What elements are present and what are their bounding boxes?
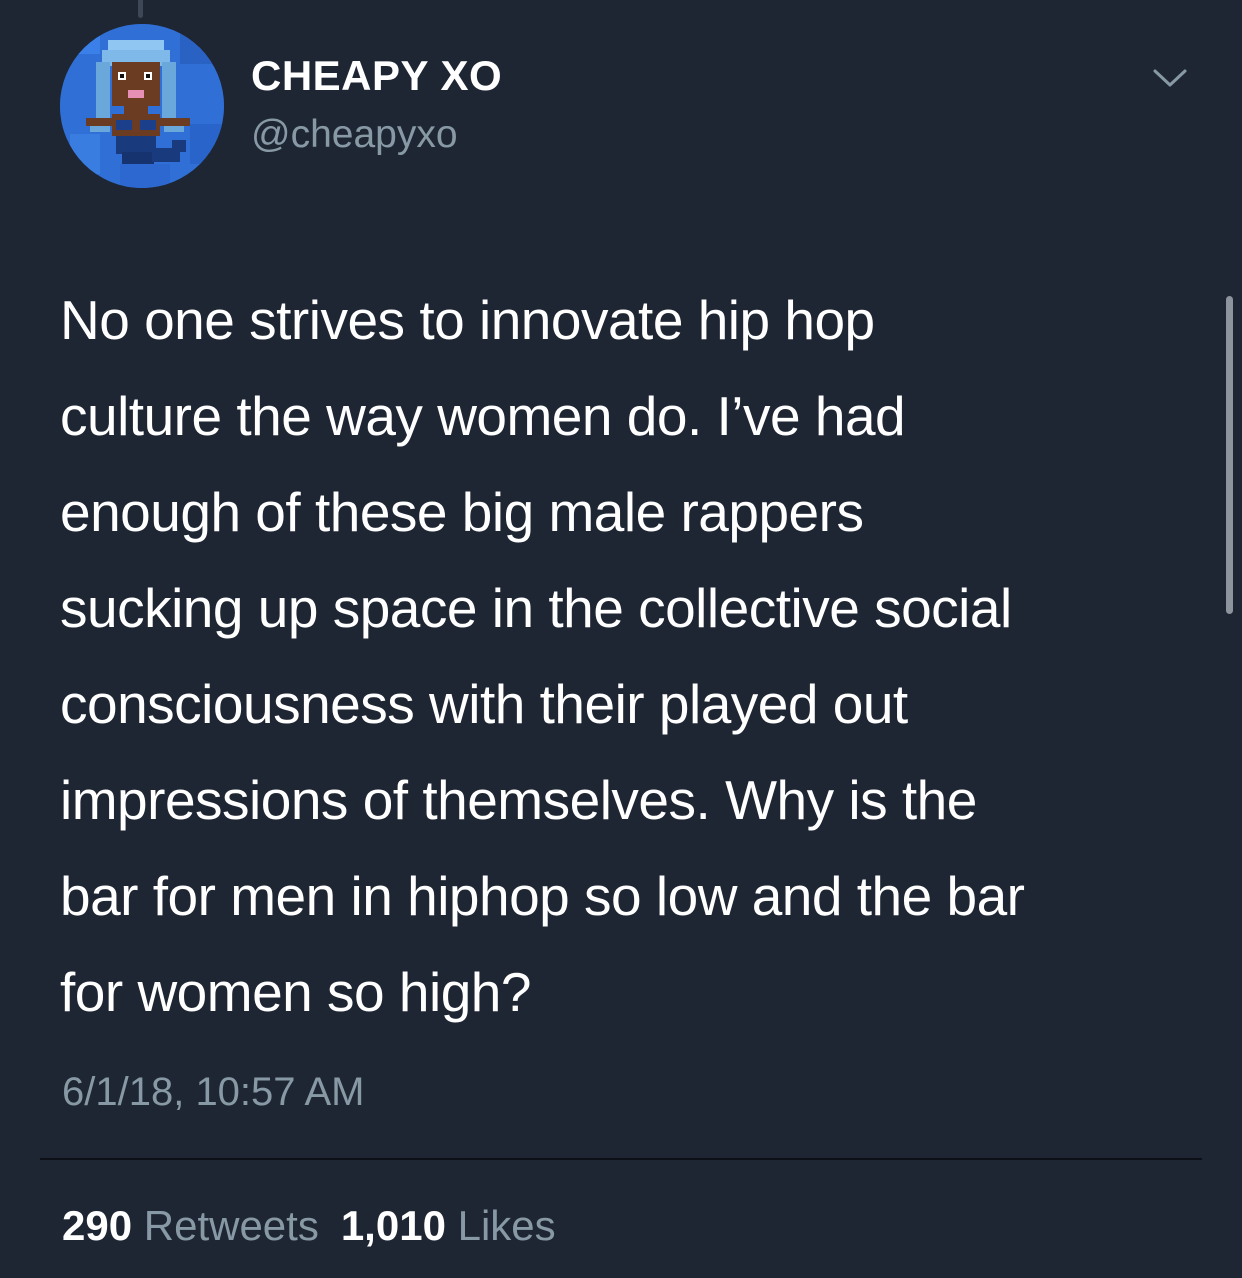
thread-connector-line bbox=[138, 0, 143, 18]
author-display-name[interactable]: CHEAPY XO bbox=[251, 52, 502, 100]
tweet-text: No one strives to innovate hip hop cultu… bbox=[60, 289, 1025, 1023]
tweet-stats: 290 Retweets 1,010 Likes bbox=[62, 1202, 556, 1250]
chevron-down-icon[interactable] bbox=[1150, 62, 1190, 92]
divider bbox=[40, 1158, 1202, 1160]
tweet-timestamp[interactable]: 6/1/18, 10:57 AM bbox=[62, 1068, 364, 1116]
scrollbar[interactable] bbox=[1226, 296, 1233, 614]
author-handle[interactable]: @cheapyxo bbox=[251, 112, 458, 158]
likes-count: 1,010 bbox=[340, 1202, 446, 1249]
retweets-label: Retweets bbox=[143, 1202, 319, 1249]
likes-stat[interactable]: 1,010 Likes bbox=[341, 1202, 556, 1249]
retweets-stat[interactable]: 290 Retweets bbox=[62, 1202, 319, 1249]
likes-label: Likes bbox=[457, 1202, 556, 1249]
retweets-count: 290 bbox=[62, 1202, 133, 1249]
pixel-mermaid-avatar-icon bbox=[60, 24, 224, 188]
author-avatar[interactable] bbox=[60, 24, 224, 188]
